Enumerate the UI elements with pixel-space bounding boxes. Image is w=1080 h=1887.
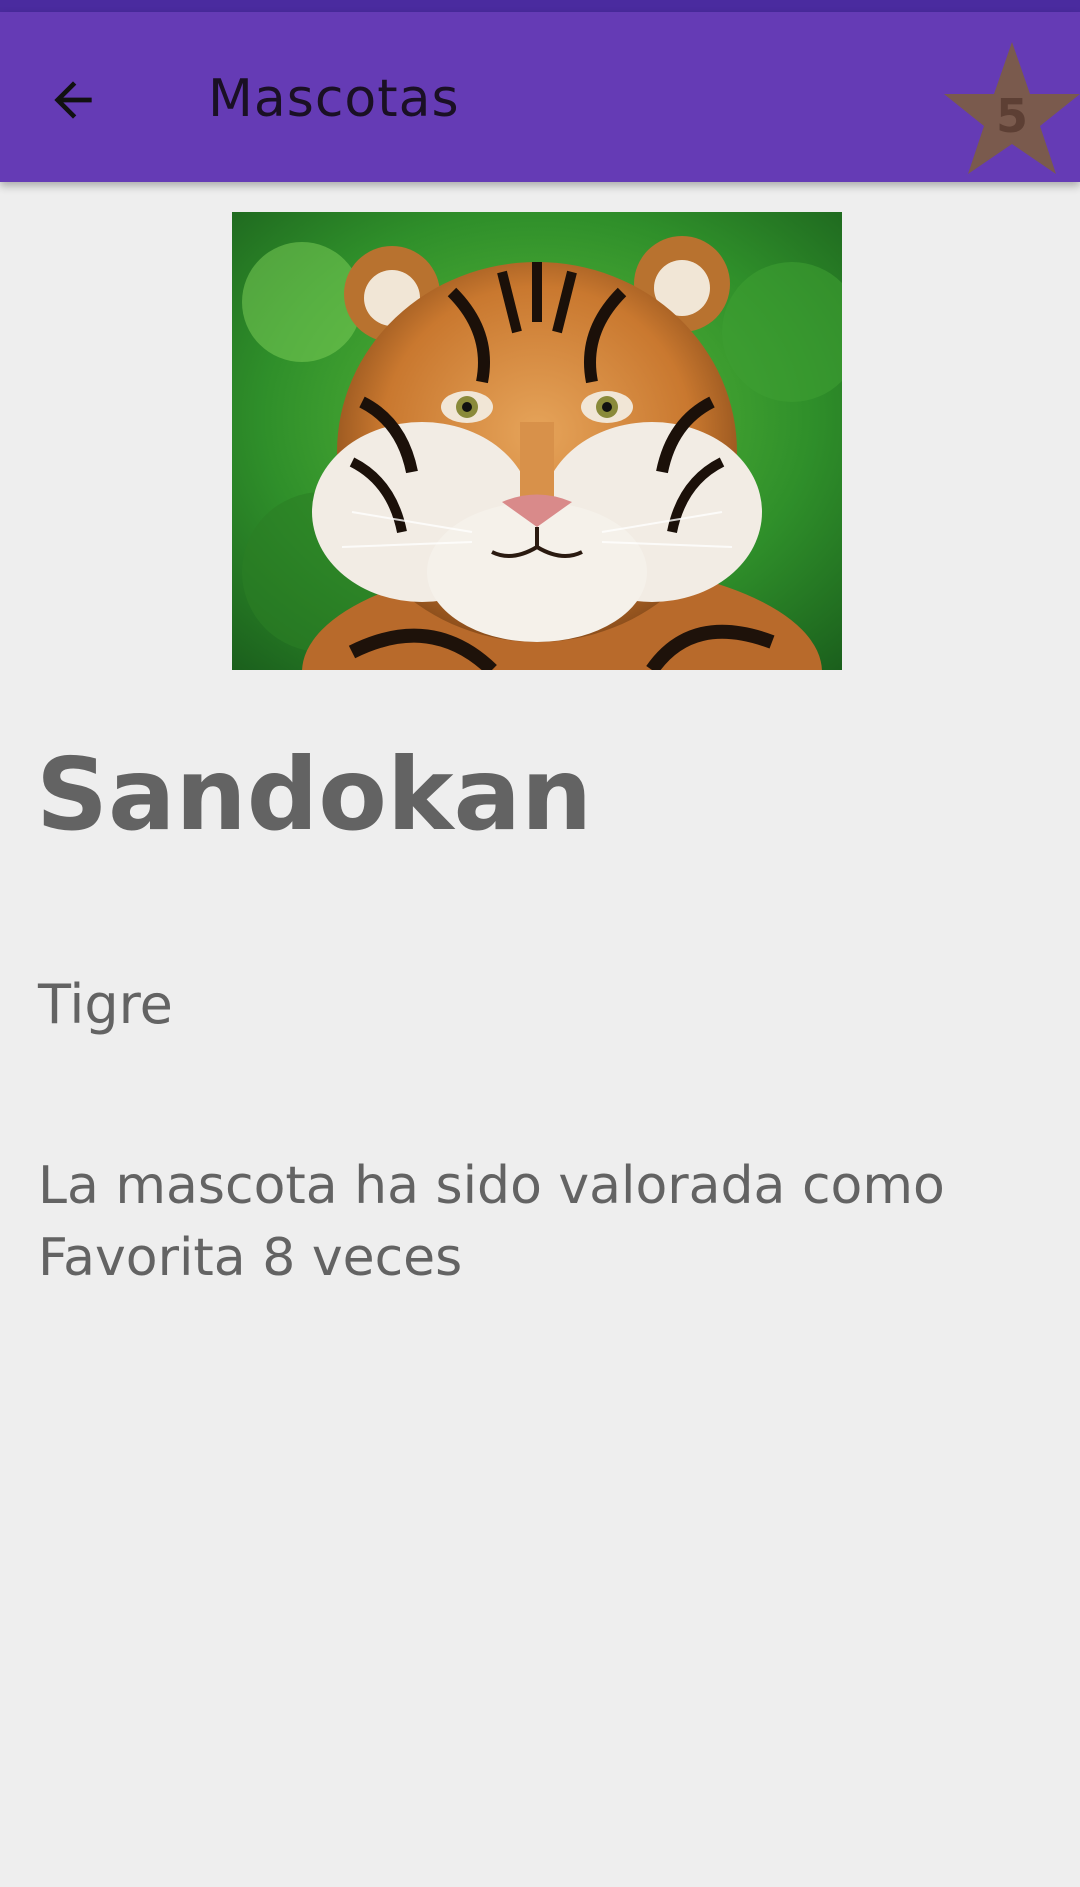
- arrow-back-icon: [54, 81, 92, 119]
- favorites-button[interactable]: 5: [944, 34, 1080, 174]
- pet-name: Sandokan: [36, 736, 593, 853]
- star-icon: 5: [944, 42, 1080, 174]
- back-button[interactable]: [30, 57, 116, 143]
- app-title: Mascotas: [208, 69, 460, 129]
- app-bar: Mascotas 5: [0, 12, 1080, 182]
- status-bar: [0, 0, 1080, 12]
- pet-photo: [232, 212, 842, 670]
- favorites-count: 5: [996, 89, 1028, 143]
- pet-type: Tigre: [38, 973, 173, 1036]
- pet-rating-text: La mascota ha sido valorada como Favorit…: [38, 1156, 945, 1288]
